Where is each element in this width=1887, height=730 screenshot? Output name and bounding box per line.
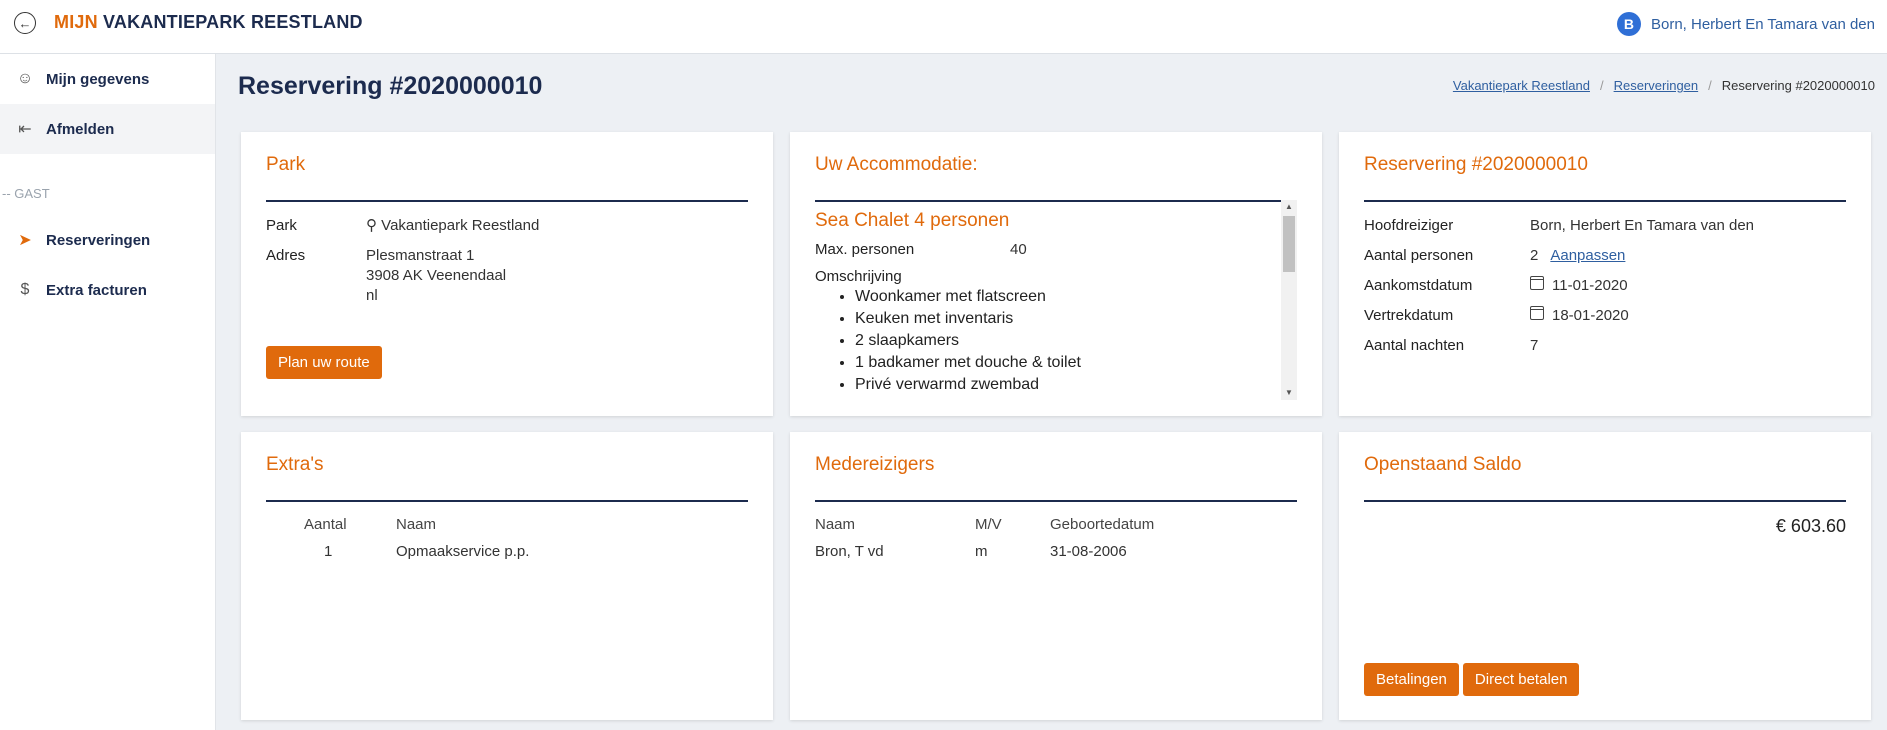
scroll-down-icon[interactable]: ▼ [1281,386,1297,400]
sidebar-item-label: Mijn gegevens [46,70,150,88]
companions-table: Naam M/V Geboortedatum Bron, T vd m 31-0… [815,516,1154,568]
list-item: Keuken met inventaris [855,308,1277,330]
column-header: Aantal [304,516,347,533]
logout-icon: ⇤ [18,121,32,138]
accommodation-scroll-area[interactable]: Sea Chalet 4 personen Max. personen 40 O… [815,200,1297,400]
table-cell: 1 [324,543,333,560]
sidebar: ☺ Mijn gegevens ⇤ Afmelden -- GAST ➤ Res… [0,54,216,730]
breadcrumb: Vakantiepark Reestland / Reserveringen /… [1453,78,1875,93]
sidebar-item-reserveringen[interactable]: ➤ Reserveringen [0,215,215,265]
arrival-label: Aankomstdatum [1364,277,1473,294]
arrival-value: 11-01-2020 [1552,277,1628,294]
feature-list: Woonkamer met flatscreen Keuken met inve… [815,286,1277,396]
sidebar-item-label: Afmelden [46,120,115,138]
list-item: Privé verwarmd zwembad [855,374,1277,396]
breadcrumb-current: Reservering #2020000010 [1721,78,1875,93]
map-pin-icon: ⚲ [366,217,377,234]
top-bar: ← MIJN VAKANTIEPARK REESTLAND B Born, He… [0,0,1887,54]
calendar-icon [1530,306,1544,320]
table-cell: Opmaakservice p.p. [396,543,530,560]
breadcrumb-park[interactable]: Vakantiepark Reestland [1453,78,1590,93]
list-item: 1 badkamer met douche & toilet [855,352,1277,374]
user-menu[interactable]: B Born, Herbert En Tamara van den [1616,12,1875,36]
breadcrumb-separator: / [1599,78,1604,93]
list-item: 2 slaapkamers [855,330,1277,352]
table-header-row: Naam M/V Geboortedatum [815,516,1154,543]
table-cell: Bron, T vd [815,543,884,560]
page-title: Reservering #2020000010 [238,72,543,100]
balance-amount: € 603.60 [1775,516,1846,536]
brand-part1: MIJN [54,12,98,32]
back-icon[interactable]: ← [14,12,36,34]
sidebar-section-label: -- GAST [2,186,50,201]
adjust-persons-link[interactable]: Aanpassen [1550,246,1625,266]
column-header: M/V [975,516,1002,533]
extras-card: Extra's Aantal Naam 1 Opmaakservice p.p. [241,432,773,720]
description-label: Omschrijving [815,268,902,285]
sidebar-item-afmelden[interactable]: ⇤ Afmelden [0,104,215,154]
max-persons-value: 40 [1010,241,1027,258]
sidebar-item-extra-facturen[interactable]: $ Extra facturen [0,265,215,315]
accommodation-card: Uw Accommodatie: Sea Chalet 4 personen M… [790,132,1322,416]
companions-card-title: Medereizigers [815,454,1297,502]
balance-card: Openstaand Saldo € 603.60 Betalingen Dir… [1339,432,1871,720]
address-value: Plesmanstraat 1 3908 AK Veenendaal nl [366,246,506,306]
brand-part2: VAKANTIEPARK REESTLAND [103,12,363,32]
nights-label: Aantal nachten [1364,337,1465,354]
traveler-value: Born, Herbert En Tamara van den [1530,217,1755,234]
scroll-up-icon[interactable]: ▲ [1281,200,1297,214]
breadcrumb-separator: / [1708,78,1712,93]
address-label: Adres [266,247,306,264]
park-value: ⚲ Vakantiepark Reestland [366,216,539,236]
max-persons-label: Max. personen [815,241,915,258]
park-label: Park [266,217,297,234]
departure-value: 18-01-2020 [1552,307,1629,324]
departure-label: Vertrekdatum [1364,307,1454,324]
user-name: Born, Herbert En Tamara van den [1650,15,1875,33]
accommodation-card-title: Uw Accommodatie: [815,154,1284,202]
list-item: Woonkamer met flatscreen [855,286,1277,308]
extras-card-title: Extra's [266,454,748,502]
avatar: B [1616,12,1641,36]
reservation-card-title: Reservering #2020000010 [1364,154,1846,202]
direct-pay-button[interactable]: Direct betalen [1462,663,1580,696]
sidebar-item-mijn-gegevens[interactable]: ☺ Mijn gegevens [0,54,215,104]
column-header: Geboortedatum [1050,516,1155,533]
sidebar-item-label: Reserveringen [46,231,151,249]
address-line: nl [366,287,378,304]
sidebar-item-label: Extra facturen [46,281,147,299]
table-row: 1 Opmaakservice p.p. [266,543,529,568]
main-content: Reservering #2020000010 Vakantiepark Ree… [216,54,1887,730]
column-header: Naam [396,516,437,533]
reservation-card: Reservering #2020000010 Hoofdreiziger Bo… [1339,132,1871,416]
breadcrumb-reserveringen[interactable]: Reserveringen [1614,78,1699,93]
park-card: Park Park ⚲ Vakantiepark Reestland Adres… [241,132,773,416]
table-header-row: Aantal Naam [266,516,529,543]
plan-route-button[interactable]: Plan uw route [266,346,382,379]
calendar-icon [1530,276,1544,290]
address-line: Plesmanstraat 1 [366,247,475,264]
park-card-title: Park [266,154,748,202]
traveler-label: Hoofdreiziger [1364,217,1454,234]
balance-card-title: Openstaand Saldo [1364,454,1846,502]
extras-table: Aantal Naam 1 Opmaakservice p.p. [266,516,529,568]
table-cell: m [975,543,988,560]
send-icon: ➤ [18,232,32,249]
accommodation-name: Sea Chalet 4 personen [815,210,1010,231]
persons-value: 2 [1530,247,1539,264]
scrollbar-thumb[interactable] [1283,216,1295,272]
address-line: 3908 AK Veenendaal [366,267,507,284]
column-header: Naam [815,516,856,533]
dollar-icon: $ [20,281,30,298]
table-row: Bron, T vd m 31-08-2006 [815,543,1154,568]
table-cell: 31-08-2006 [1050,543,1127,560]
park-name: Vakantiepark Reestland [381,217,540,234]
payments-button[interactable]: Betalingen [1364,663,1459,696]
persons-label: Aantal personen [1364,247,1474,264]
nights-value: 7 [1530,337,1539,354]
user-icon: ☺ [16,70,34,87]
brand-logo[interactable]: MIJN VAKANTIEPARK REESTLAND [54,12,363,33]
companions-card: Medereizigers Naam M/V Geboortedatum Bro… [790,432,1322,720]
scrollbar[interactable]: ▲ ▼ [1281,200,1297,400]
